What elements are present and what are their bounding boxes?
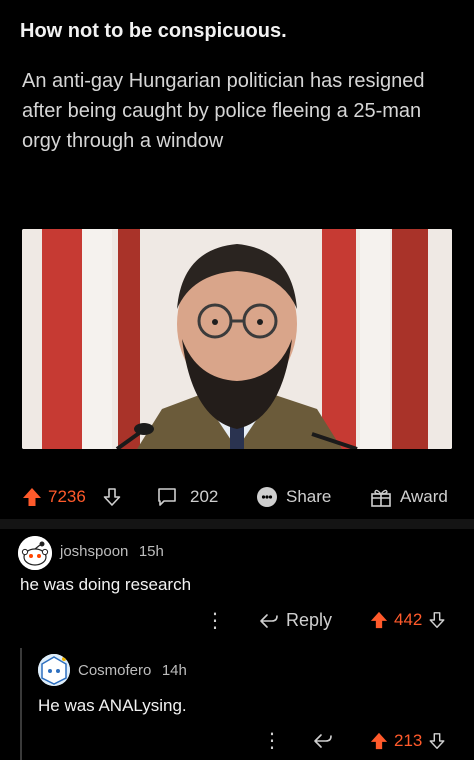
upvote-arrow-icon[interactable] [370, 732, 388, 750]
comment-vote: 213 [370, 731, 446, 751]
comment-score: 442 [394, 610, 423, 629]
section-divider [0, 519, 474, 529]
upvote-arrow-icon[interactable] [22, 487, 42, 507]
comment-actions: ⋮ [262, 728, 282, 753]
comment-header: Cosmofero 14h [78, 662, 187, 680]
comment-score: 213 [394, 731, 423, 750]
reply-button[interactable] [312, 731, 334, 751]
share-label: Share [286, 487, 332, 506]
upvote-arrow-icon[interactable] [370, 611, 388, 629]
snoo-avatar-icon [38, 654, 70, 686]
upvote-group: 7236 [22, 487, 86, 507]
comment-author[interactable]: Cosmofero [78, 662, 151, 679]
award-gift-icon [371, 489, 391, 507]
thread-line[interactable] [20, 648, 22, 760]
comment-author[interactable]: joshspoon [60, 543, 128, 560]
downvote-button[interactable] [102, 487, 122, 507]
snoo-avatar-icon [18, 536, 52, 570]
comment-count: 202 [190, 487, 219, 506]
share-button[interactable]: Share [256, 486, 331, 508]
post-image[interactable] [22, 229, 452, 449]
comment-text: he was doing research [20, 575, 192, 594]
share-icon [257, 487, 277, 507]
downvote-arrow-icon[interactable] [428, 611, 446, 629]
comment-actions: ⋮ [205, 608, 225, 633]
post-page: { "post": { "title": "How not to be cons… [0, 0, 474, 760]
reply-arrow-icon [260, 613, 278, 628]
award-button[interactable]: Award [370, 486, 448, 508]
award-label: Award [400, 487, 448, 506]
post-actions: 7236 202 Share Award [0, 480, 474, 514]
post-headline: An anti-gay Hungarian politician has res… [22, 70, 425, 152]
avatar[interactable] [38, 654, 70, 686]
reply-label: Reply [286, 610, 333, 630]
downvote-arrow-icon[interactable] [428, 732, 446, 750]
reply-button[interactable]: Reply [258, 610, 332, 631]
comment-vote: 442 [370, 610, 446, 630]
comment-age: 14h [161, 662, 187, 679]
more-options-icon[interactable]: ⋮ [205, 608, 225, 633]
comment-age: 15h [138, 543, 164, 560]
comment-text: He was ANALysing. [38, 696, 187, 715]
comment-bubble-icon [158, 488, 176, 506]
reply-arrow-icon [314, 734, 332, 748]
more-options-icon[interactable]: ⋮ [262, 728, 282, 753]
post-title[interactable]: How not to be conspicuous. [20, 20, 287, 43]
upvote-count: 7236 [48, 487, 86, 506]
comments-button[interactable]: 202 [156, 486, 218, 508]
avatar[interactable] [18, 536, 52, 570]
downvote-arrow-icon [103, 488, 121, 506]
comment-header: joshspoon 15h [60, 543, 164, 561]
